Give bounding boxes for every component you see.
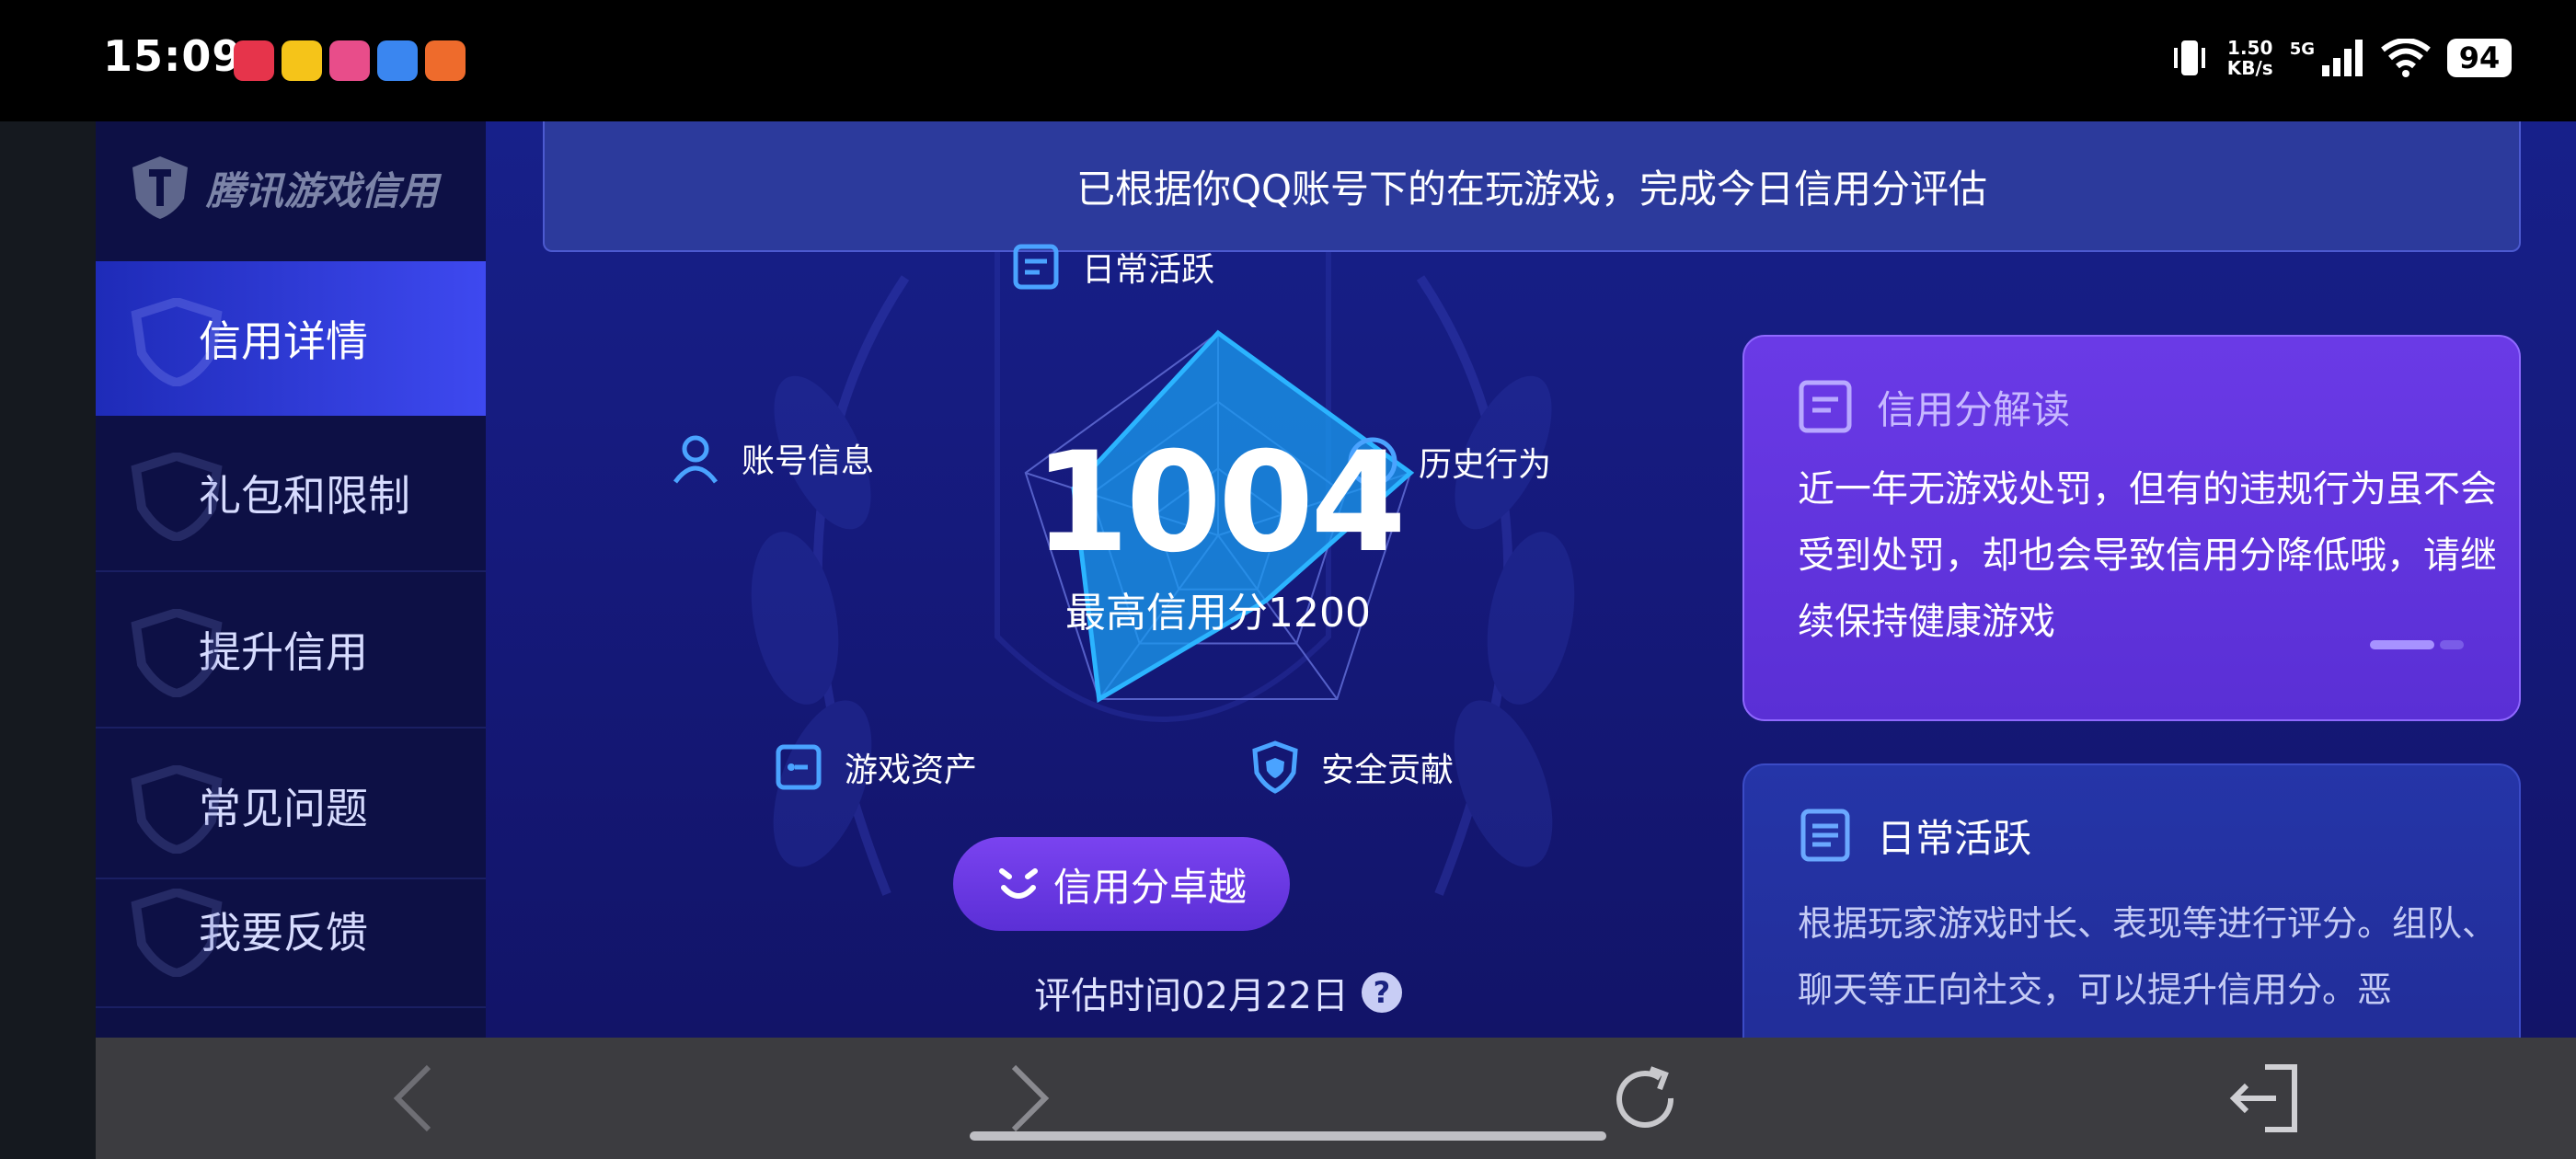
evaluation-time-text: 评估时间02月22日: [1034, 975, 1349, 1017]
app-notification-icon: [329, 40, 370, 81]
forward-arrow-icon[interactable]: [988, 1061, 1062, 1135]
vibrate-icon: [2173, 40, 2205, 75]
status-right: 1.50 KB/s 5G 94: [2168, 37, 2512, 79]
sidebar-item-feedback[interactable]: 我要反馈: [96, 861, 486, 999]
left-gutter: [0, 121, 96, 1159]
shield-logo-icon: [132, 156, 188, 219]
app-notification-icon: [234, 40, 274, 81]
status-bar: 15:09 1.50 KB/s 5G 94: [0, 0, 2576, 121]
sidebar-item-label: 提升信用: [199, 627, 368, 677]
dimension-label: 游戏资产: [845, 752, 978, 789]
credit-interpretation-card: 信用分解读 近一年无游戏处罚，但有的违规行为虽不会受到处罚，却也会导致信用分降低…: [1742, 335, 2521, 721]
document-icon: [1799, 380, 1852, 433]
card-header: 日常活跃: [1796, 806, 2031, 865]
document-icon: [1800, 809, 1850, 862]
brand-name: 腾讯游戏信用: [206, 167, 439, 213]
document-icon: [1013, 244, 1059, 290]
dimension-daily-activity: 日常活跃: [1006, 237, 1214, 296]
network-type: 5G: [2289, 39, 2315, 59]
credit-score: 1004: [1033, 423, 1406, 583]
user-icon: [673, 435, 719, 484]
sidebar: 腾讯游戏信用 信用详情 礼包和限制 提升信用 常见问题 我要反馈: [96, 121, 486, 1038]
back-arrow-icon[interactable]: [381, 1061, 454, 1135]
dimension-account: 账号信息: [666, 429, 874, 488]
network-speed: 1.50 KB/s: [2227, 38, 2273, 78]
battery-indicator: 94: [2447, 39, 2512, 77]
shield-deco-icon: [131, 765, 223, 854]
pager-dot[interactable]: [2440, 640, 2464, 649]
shield-deco-icon: [131, 298, 223, 386]
app-notification-icon: [425, 40, 466, 81]
evaluation-time: 评估时间02月22日 ?: [924, 966, 1512, 1019]
dimension-label: 账号信息: [742, 442, 875, 480]
shield-deco-icon: [131, 889, 223, 977]
card-header: 信用分解读: [1796, 377, 2070, 436]
sidebar-item-faq[interactable]: 常见问题: [96, 729, 486, 883]
shield-deco-icon: [131, 453, 223, 541]
dimension-security: 安全贡献: [1246, 738, 1454, 797]
refresh-icon[interactable]: [1608, 1061, 1682, 1135]
dimension-label: 日常活跃: [1082, 251, 1215, 289]
signal-icon: [2322, 40, 2363, 76]
status-time: 15:09: [103, 31, 243, 81]
brand-logo: 腾讯游戏信用: [129, 155, 438, 221]
app-notification-icon: [377, 40, 418, 81]
pager-dot-active[interactable]: [2370, 640, 2434, 649]
max-score-label: 最高信用分1200: [1065, 590, 1371, 637]
app-window: 腾讯游戏信用 信用详情 礼包和限制 提升信用 常见问题 我要反馈 已根据你QQ账…: [96, 121, 2576, 1038]
help-icon[interactable]: ?: [1361, 972, 1402, 1013]
assessment-banner: 已根据你QQ账号下的在玩游戏，完成今日信用分评估: [543, 121, 2521, 252]
app-notification-icon: [282, 40, 322, 81]
smile-icon: [998, 868, 1038, 899]
shield-deco-icon: [131, 609, 223, 697]
sidebar-item-label: 礼包和限制: [199, 471, 410, 521]
home-indicator[interactable]: [970, 1131, 1606, 1141]
speed-value: 1.50: [2227, 37, 2273, 59]
sidebar-item-credit-details[interactable]: 信用详情: [96, 261, 486, 416]
dimension-assets: 游戏资产: [769, 738, 977, 797]
credit-level-label: 信用分卓越: [1052, 864, 1247, 910]
card-body: 根据玩家游戏时长、表现等进行评分。组队、聊天等正向社交，可以提升信用分。恶: [1798, 903, 2498, 1010]
card-title: 日常活跃: [1877, 815, 2032, 861]
exit-icon[interactable]: [2226, 1061, 2300, 1135]
sidebar-item-gifts-limits[interactable]: 礼包和限制: [96, 416, 486, 570]
sidebar-item-label: 常见问题: [199, 784, 368, 833]
speed-unit: KB/s: [2226, 57, 2273, 79]
divider: [96, 1006, 486, 1008]
dimension-label: 安全贡献: [1321, 752, 1455, 789]
screen: 15:09 1.50 KB/s 5G 94 腾讯游戏信用 信用详情 礼包和限制 …: [0, 0, 2576, 1159]
credit-level-button[interactable]: 信用分卓越: [953, 837, 1290, 931]
browser-toolbar: [96, 1038, 2576, 1159]
carousel-pager: [2370, 640, 2464, 649]
shield-icon: [1252, 740, 1298, 794]
card-title: 信用分解读: [1877, 386, 2071, 432]
key-icon: [776, 744, 822, 790]
sidebar-item-label: 我要反馈: [199, 908, 368, 958]
wifi-icon: [2381, 39, 2431, 77]
sidebar-item-label: 信用详情: [199, 316, 368, 366]
daily-activity-card: 日常活跃 根据玩家游戏时长、表现等进行评分。组队、聊天等正向社交，可以提升信用分…: [1742, 763, 2521, 1038]
sidebar-item-improve-credit[interactable]: 提升信用: [96, 572, 486, 727]
card-body: 近一年无游戏处罚，但有的违规行为虽不会受到处罚，却也会导致信用分降低哦，请继续保…: [1798, 468, 2497, 643]
notification-icons: [234, 40, 466, 81]
